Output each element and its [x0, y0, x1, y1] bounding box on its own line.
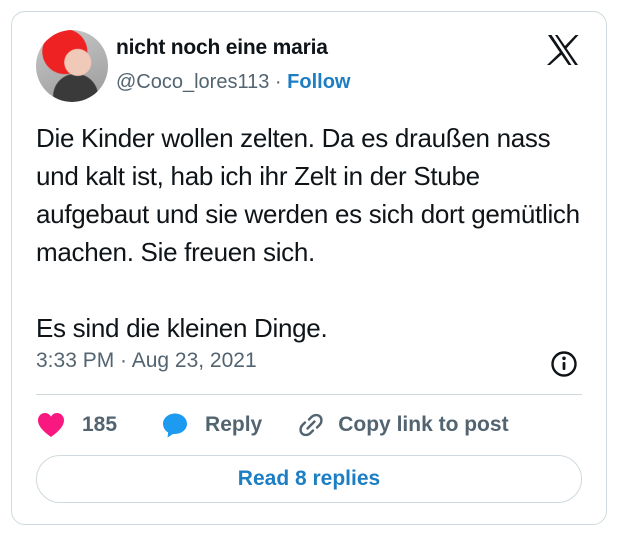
reply-label: Reply: [205, 413, 263, 436]
author-display-name[interactable]: nicht noch eine maria: [116, 36, 328, 60]
heart-icon: [38, 413, 64, 437]
post-paragraph: Die Kinder wollen zelten. Da es draußen …: [36, 123, 580, 267]
post-paragraph: Es sind die kleinen Dinge.: [36, 313, 328, 343]
x-logo-icon[interactable]: [546, 34, 580, 66]
copy-link-label: Copy link to post: [338, 413, 509, 436]
avatar[interactable]: [36, 30, 108, 102]
post-card: nicht noch eine maria @Coco_lores113 · F…: [11, 11, 607, 525]
post-timestamp[interactable]: 3:33 PM · Aug 23, 2021: [36, 349, 257, 373]
author-handle[interactable]: @Coco_lores113: [116, 71, 269, 93]
link-icon: [299, 413, 323, 437]
copy-link-button[interactable]: Copy link to post: [296, 410, 509, 440]
read-replies-button[interactable]: Read 8 replies: [36, 455, 582, 503]
divider: [36, 394, 582, 395]
handle-separator: ·: [274, 71, 282, 93]
info-icon[interactable]: [550, 350, 578, 378]
like-count: 185: [82, 413, 118, 436]
action-bar: 185 Reply Copy link to post: [36, 407, 509, 443]
post-text: Die Kinder wollen zelten. Da es draußen …: [36, 119, 592, 347]
like-button[interactable]: 185: [36, 411, 117, 439]
reply-button[interactable]: Reply: [161, 411, 262, 439]
follow-button[interactable]: Follow: [287, 71, 350, 93]
author-handle-row: @Coco_lores113 · Follow: [116, 71, 350, 94]
speech-bubble-icon: [163, 413, 188, 438]
